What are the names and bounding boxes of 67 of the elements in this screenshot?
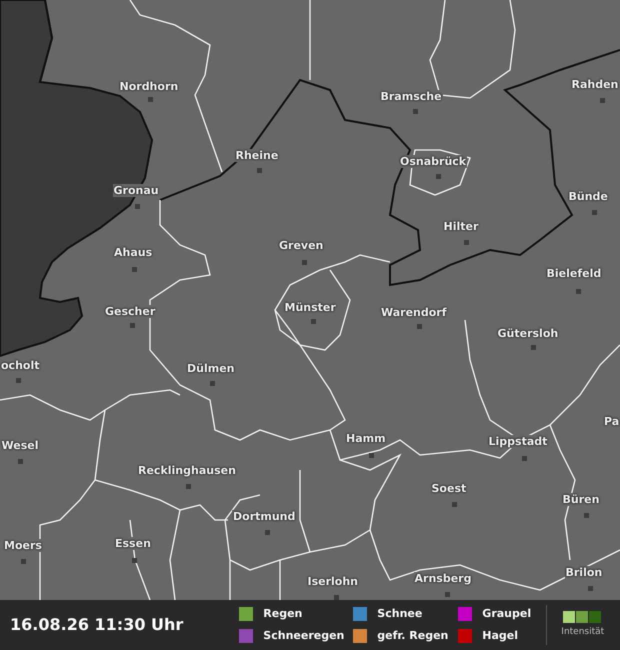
city-marker (445, 592, 450, 597)
city-label: Greven (278, 239, 324, 252)
city-marker (436, 174, 441, 179)
city-marker (452, 502, 457, 507)
city-marker (130, 323, 135, 328)
city-marker (265, 530, 270, 535)
city-marker (588, 586, 593, 591)
legend-label: Graupel (482, 606, 532, 622)
city-marker (311, 319, 316, 324)
city-marker (417, 324, 422, 329)
city-marker (584, 513, 589, 518)
city-label: Recklinghausen (137, 464, 237, 477)
city-marker (334, 595, 339, 600)
city-marker (592, 210, 597, 215)
legend-label: Schnee (377, 606, 422, 622)
city-label: Bielefeld (546, 267, 602, 280)
city-marker (464, 240, 469, 245)
city-marker (369, 453, 374, 458)
city-label: Bünde (568, 190, 609, 203)
city-marker (132, 267, 137, 272)
city-marker (132, 558, 137, 563)
intensity-label: Intensität (561, 626, 604, 639)
city-label: Essen (114, 537, 152, 550)
city-label: Dortmund (232, 510, 296, 523)
city-marker (210, 381, 215, 386)
city-label: Moers (3, 539, 43, 552)
legend-label: Hagel (482, 628, 518, 644)
city-label: Brilon (564, 566, 604, 579)
city-marker (522, 456, 527, 461)
city-label: Ahaus (113, 246, 154, 259)
legend-label: Regen (263, 606, 302, 622)
city-label: Osnabrück (399, 155, 468, 168)
city-marker (302, 260, 307, 265)
legend-label: Schneeregen (263, 628, 344, 644)
city-label: Bramsche (380, 90, 443, 103)
legend-label: gefr. Regen (377, 628, 448, 644)
city-label: Wesel (0, 439, 40, 452)
city-label: Arnsberg (414, 572, 472, 585)
city-label: Münster (284, 301, 337, 314)
city-marker (531, 345, 536, 350)
city-marker (600, 98, 605, 103)
city-label: Pa (603, 415, 620, 428)
city-label: Nordhorn (118, 80, 180, 93)
city-label: Dülmen (186, 362, 236, 375)
city-label: Rheine (234, 149, 280, 162)
city-marker (18, 459, 23, 464)
city-label: Soest (430, 482, 468, 495)
city-label: Hamm (345, 432, 387, 445)
city-marker (186, 484, 191, 489)
city-marker (21, 559, 26, 564)
city-label: Büren (562, 493, 600, 506)
city-label: Lippstadt (488, 435, 548, 448)
city-label: Gütersloh (496, 327, 560, 340)
city-marker (135, 204, 140, 209)
city-label: Rahden (570, 78, 620, 91)
city-label: Warendorf (380, 306, 448, 319)
city-marker (257, 168, 262, 173)
city-label: ocholt (0, 359, 40, 372)
city-marker (148, 97, 153, 102)
city-label: Gronau (112, 184, 160, 197)
city-label: Iserlohn (306, 575, 360, 588)
city-marker (16, 378, 21, 383)
city-label: Hilter (442, 220, 480, 233)
city-marker (576, 289, 581, 294)
city-label: Gescher (104, 305, 156, 318)
city-marker (413, 109, 418, 114)
timestamp: 16.08.26 11:30 Uhr (9, 614, 184, 636)
